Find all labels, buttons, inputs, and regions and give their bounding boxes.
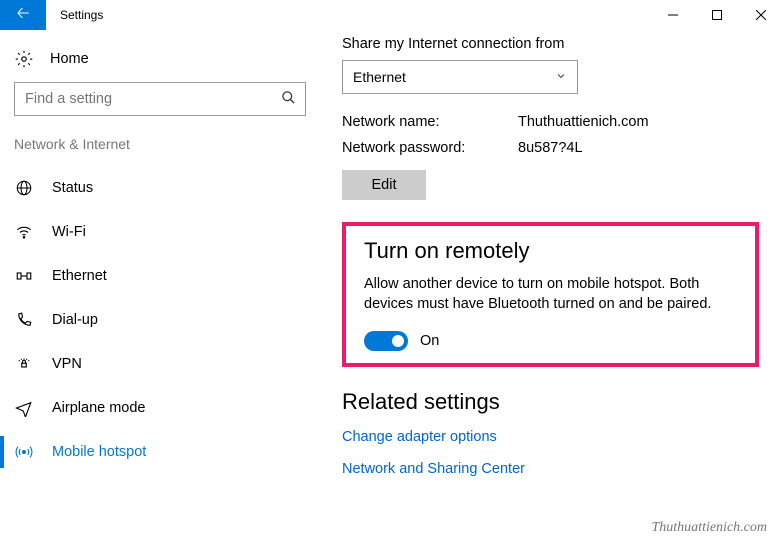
remote-toggle[interactable] xyxy=(364,331,408,351)
sidebar-item-label: Wi-Fi xyxy=(52,224,86,240)
main-content: Share my Internet connection from Ethern… xyxy=(320,30,783,546)
sidebar: Home Network & Internet Status Wi-Fi xyxy=(0,30,320,546)
sidebar-item-vpn[interactable]: VPN xyxy=(0,342,320,386)
search-box[interactable] xyxy=(14,82,306,116)
adapter-selected-value: Ethernet xyxy=(353,69,406,85)
sidebar-item-label: Dial-up xyxy=(52,312,98,328)
gear-icon xyxy=(14,50,34,68)
titlebar-drag-area[interactable] xyxy=(117,0,651,30)
link-change-adapter[interactable]: Change adapter options xyxy=(342,429,759,445)
watermark: Thuthuattienich.com xyxy=(652,520,768,536)
network-name-value: Thuthuattienich.com xyxy=(518,114,649,130)
hotspot-icon xyxy=(14,443,34,461)
edit-button[interactable]: Edit xyxy=(342,170,426,200)
sidebar-item-label: Ethernet xyxy=(52,268,107,284)
back-button[interactable]: 🡠 xyxy=(0,0,46,30)
sidebar-item-label: Mobile hotspot xyxy=(52,444,146,460)
remote-heading: Turn on remotely xyxy=(364,238,737,264)
related-heading: Related settings xyxy=(342,389,759,415)
close-button[interactable] xyxy=(739,0,783,30)
globe-icon xyxy=(14,179,34,197)
window-title: Settings xyxy=(46,0,117,30)
close-icon xyxy=(756,10,766,20)
wifi-icon xyxy=(14,223,34,241)
home-button[interactable]: Home xyxy=(0,40,320,78)
network-password-value: 8u587?4L xyxy=(518,140,583,156)
search-icon xyxy=(281,90,296,108)
category-header: Network & Internet xyxy=(0,126,320,166)
network-name-label: Network name: xyxy=(342,114,518,130)
toggle-knob xyxy=(392,335,404,347)
sidebar-item-label: Airplane mode xyxy=(52,400,146,416)
remote-toggle-state: On xyxy=(420,333,439,349)
sidebar-item-label: Status xyxy=(52,180,93,196)
minimize-icon xyxy=(668,10,678,20)
sidebar-item-hotspot[interactable]: Mobile hotspot xyxy=(0,430,320,474)
maximize-icon xyxy=(712,10,722,20)
arrow-left-icon: 🡠 xyxy=(17,2,30,29)
phone-icon xyxy=(14,311,34,329)
sidebar-item-label: VPN xyxy=(52,356,82,372)
sidebar-item-status[interactable]: Status xyxy=(0,166,320,210)
sidebar-item-ethernet[interactable]: Ethernet xyxy=(0,254,320,298)
airplane-icon xyxy=(14,399,34,417)
vpn-icon xyxy=(14,355,34,373)
sidebar-item-airplane[interactable]: Airplane mode xyxy=(0,386,320,430)
sidebar-item-dialup[interactable]: Dial-up xyxy=(0,298,320,342)
adapter-select[interactable]: Ethernet xyxy=(342,60,578,94)
network-password-label: Network password: xyxy=(342,140,518,156)
chevron-down-icon xyxy=(555,69,567,85)
ethernet-icon xyxy=(14,267,34,285)
link-network-sharing[interactable]: Network and Sharing Center xyxy=(342,461,759,477)
remote-description: Allow another device to turn on mobile h… xyxy=(364,274,737,315)
home-label: Home xyxy=(50,51,89,67)
search-input[interactable] xyxy=(14,82,306,116)
share-from-label: Share my Internet connection from xyxy=(342,36,759,52)
maximize-button[interactable] xyxy=(695,0,739,30)
sidebar-item-wifi[interactable]: Wi-Fi xyxy=(0,210,320,254)
turn-on-remotely-section: Turn on remotely Allow another device to… xyxy=(342,222,759,367)
minimize-button[interactable] xyxy=(651,0,695,30)
